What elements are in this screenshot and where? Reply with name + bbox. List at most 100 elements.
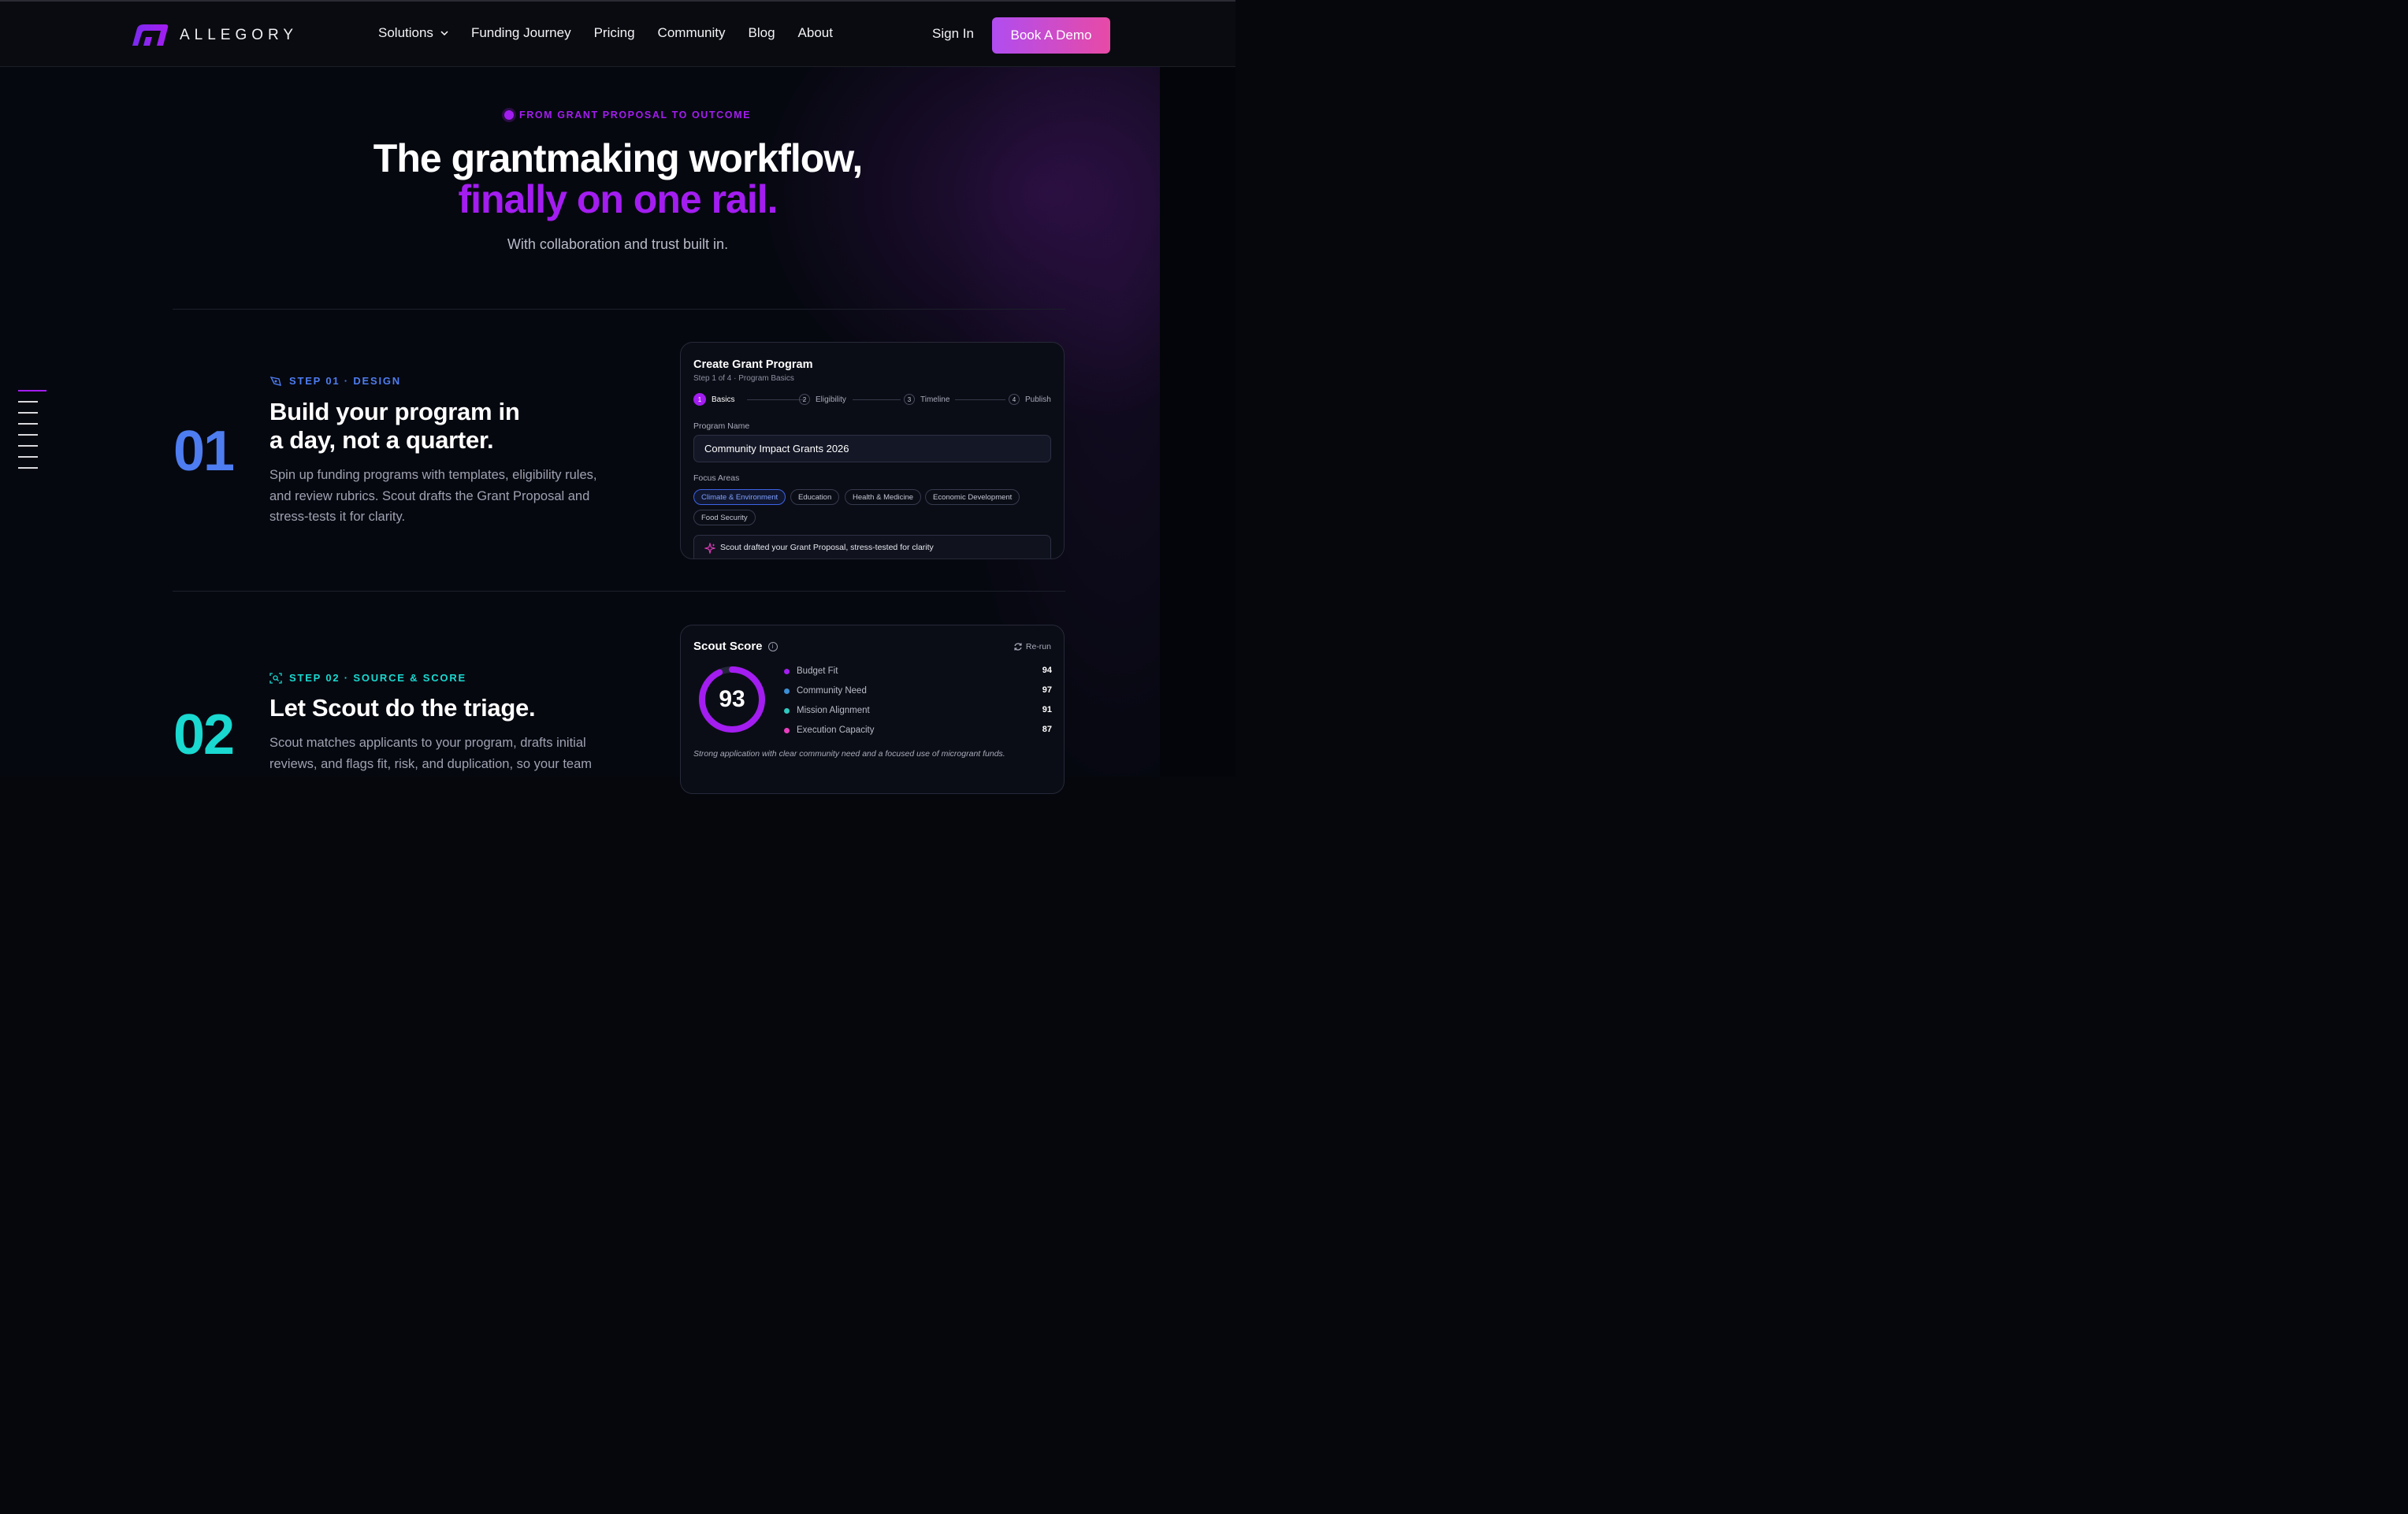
wizard-step-basics[interactable]: 1 Basics: [693, 393, 734, 406]
top-navigation: ALLEGORY Solutions Funding Journey Prici…: [0, 0, 1236, 67]
metric-label: Mission Alignment: [797, 706, 870, 715]
nav-links: Solutions Funding Journey Pricing Commun…: [378, 25, 856, 41]
book-demo-button[interactable]: Book A Demo: [992, 17, 1110, 54]
metric-color-dot: [784, 707, 790, 714]
hero-eyebrow-text: FROM GRANT PROPOSAL TO OUTCOME: [519, 109, 752, 121]
hero-subtitle: With collaboration and trust built in.: [507, 236, 729, 252]
metric-label: Community Need: [797, 686, 867, 696]
metric-color-dot: [784, 668, 790, 674]
step-number: 1: [693, 393, 706, 406]
step-number-02: 02: [173, 703, 235, 766]
metric-label: Execution Capacity: [797, 725, 875, 735]
chevron-down-icon: [440, 31, 448, 35]
card-title: Create Grant Program: [693, 358, 813, 371]
scout-score-title: Scout Score i: [693, 640, 778, 653]
score-value: 93: [719, 686, 745, 712]
wizard-step-publish[interactable]: 4 Publish: [1009, 394, 1051, 405]
info-icon[interactable]: i: [767, 641, 778, 651]
create-grant-program-card: Create Grant Program Step 1 of 4 · Progr…: [680, 342, 1065, 559]
step-number: 3: [904, 394, 915, 405]
hero-title-line2: finally on one rail.: [458, 177, 778, 221]
scan-search-icon: [269, 672, 282, 684]
step1-title-line1: Build your program in: [269, 398, 520, 425]
nav-solutions-label: Solutions: [378, 25, 433, 40]
score-metric-row: Execution Capacity 87: [784, 724, 1052, 737]
hero-title-line1: The grantmaking workflow,: [373, 136, 863, 180]
card-subtitle: Step 1 of 4 · Program Basics: [693, 374, 794, 383]
eyebrow-dot-icon: [504, 110, 514, 120]
step-label-text: STEP 02 · SOURCE & SCORE: [289, 672, 467, 684]
nav-funding-journey[interactable]: Funding Journey: [471, 25, 571, 41]
progress-tick[interactable]: [18, 412, 38, 414]
metric-color-dot: [784, 688, 790, 694]
stepper-connector: [955, 399, 1005, 400]
step-number: 2: [799, 394, 810, 405]
sign-in-link[interactable]: Sign In: [932, 26, 974, 42]
stepper-connector: [853, 399, 901, 400]
scout-draft-notice: Scout drafted your Grant Proposal, stres…: [693, 535, 1051, 558]
metric-value: 91: [1042, 705, 1052, 714]
scout-score-title-text: Scout Score: [693, 640, 763, 653]
metric-color-dot: [784, 727, 790, 733]
scroll-progress-indicator[interactable]: [18, 390, 46, 478]
scout-score-card: Scout Score i Re-run 93 Budget Fit 94 Comm…: [680, 625, 1065, 794]
step-name: Basics: [712, 395, 735, 404]
brand-logo[interactable]: ALLEGORY: [131, 22, 298, 49]
pen-tool-icon: [269, 376, 281, 386]
progress-tick[interactable]: [18, 434, 38, 436]
metric-value: 97: [1042, 685, 1052, 695]
step1-description: Spin up funding programs with templates,…: [269, 468, 597, 524]
progress-tick[interactable]: [18, 445, 38, 447]
progress-tick[interactable]: [18, 467, 38, 469]
nav-pricing[interactable]: Pricing: [594, 25, 635, 41]
scout-note-text: Scout drafted your Grant Proposal, stres…: [720, 543, 934, 552]
progress-tick-active[interactable]: [18, 390, 46, 391]
focus-chip-food-security[interactable]: Food Security: [693, 510, 756, 525]
step-name: Timeline: [920, 395, 950, 404]
step-label-source-score: STEP 02 · SOURCE & SCORE: [269, 672, 466, 684]
step-name: Publish: [1025, 395, 1051, 404]
metric-value: 87: [1042, 725, 1052, 734]
progress-tick[interactable]: [18, 423, 38, 425]
nav-solutions[interactable]: Solutions: [378, 25, 448, 41]
step-label-design: STEP 01 · DESIGN: [269, 375, 401, 387]
score-metric-row: Community Need 97: [784, 685, 1052, 697]
step1-title: Build your program in a day, not a quart…: [269, 398, 520, 455]
step2-title: Let Scout do the triage.: [269, 694, 536, 722]
metric-value: 94: [1042, 666, 1052, 675]
rerun-label: Re-run: [1025, 642, 1051, 651]
section-divider: [173, 591, 1065, 592]
score-ring: 93: [698, 666, 766, 733]
brand-name: ALLEGORY: [180, 27, 299, 43]
progress-tick[interactable]: [18, 456, 38, 458]
step-name: Eligibility: [816, 395, 846, 404]
wizard-step-timeline[interactable]: 3 Timeline: [904, 394, 949, 405]
program-name-label: Program Name: [693, 421, 750, 431]
wizard-stepper: 1 Basics 2 Eligibility 3 Timeline 4 Publ…: [693, 393, 1051, 407]
step-number-01: 01: [173, 420, 235, 483]
score-metric-row: Mission Alignment 91: [784, 704, 1052, 717]
refresh-icon: [1014, 643, 1022, 651]
program-name-input[interactable]: Community Impact Grants 2026: [693, 435, 1051, 462]
step1-title-line2: a day, not a quarter.: [269, 426, 494, 454]
focus-chip-economic[interactable]: Economic Development: [925, 489, 1020, 505]
focus-chip-climate[interactable]: Climate & Environment: [693, 489, 786, 505]
step-number: 4: [1009, 394, 1020, 405]
score-summary: Strong application with clear community …: [693, 749, 1005, 759]
nav-about[interactable]: About: [798, 25, 833, 41]
wizard-step-eligibility[interactable]: 2 Eligibility: [799, 394, 846, 405]
nav-blog[interactable]: Blog: [749, 25, 775, 41]
metric-label: Budget Fit: [797, 666, 838, 676]
nav-community[interactable]: Community: [658, 25, 726, 41]
sparkle-icon: [704, 543, 715, 554]
hero-eyebrow: FROM GRANT PROPOSAL TO OUTCOME: [504, 109, 751, 121]
allegory-logo-icon: [132, 24, 169, 46]
step-label-text: STEP 01 · DESIGN: [289, 375, 401, 387]
focus-chip-health[interactable]: Health & Medicine: [845, 489, 922, 505]
progress-tick[interactable]: [18, 401, 38, 403]
section-divider: [173, 309, 1065, 310]
focus-chip-education[interactable]: Education: [790, 489, 840, 505]
step2-description: Scout matches applicants to your program…: [269, 736, 593, 771]
rerun-button[interactable]: Re-run: [1013, 642, 1051, 651]
stepper-connector: [747, 399, 806, 400]
